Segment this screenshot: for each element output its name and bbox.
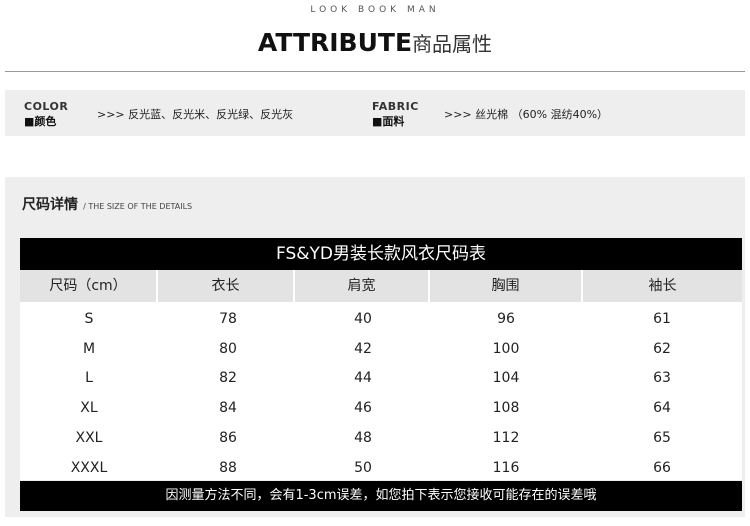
size-table-title: FS&YD男装长款风衣尺码表 xyxy=(20,238,742,270)
color-label-cn: ■颜色 xyxy=(24,115,57,128)
table-cell: 62 xyxy=(653,340,671,357)
table-cell: 86 xyxy=(219,429,237,446)
column-header-chest: 胸围 xyxy=(430,270,583,302)
fabric-label-en: FABRIC xyxy=(372,100,419,113)
header-divider xyxy=(5,71,745,72)
column-header-sleeve: 袖长 xyxy=(583,270,742,302)
color-label-en: COLOR xyxy=(24,100,69,113)
table-cell: 65 xyxy=(653,429,671,446)
table-cell: 64 xyxy=(653,400,671,417)
table-cell: 44 xyxy=(354,370,372,387)
page-title: ATTRIBUTE商品属性 xyxy=(0,28,750,57)
table-cell: 96 xyxy=(497,311,515,327)
table-cell: 66 xyxy=(653,459,671,476)
column-header-length: 衣长 xyxy=(158,270,295,302)
table-cell: 88 xyxy=(219,459,237,476)
column-header-shoulder: 肩宽 xyxy=(295,270,430,302)
table-cell: 104 xyxy=(492,370,520,387)
fabric-value: >>> 丝光棉 （60% 混纺40%） xyxy=(444,108,609,121)
table-cell: 61 xyxy=(653,311,671,327)
table-cell: 80 xyxy=(219,340,237,357)
table-cell: 46 xyxy=(354,400,372,417)
table-cell: 100 xyxy=(492,340,520,357)
table-cell: 40 xyxy=(354,311,372,327)
size-panel: 尺码详情 / THE SIZE OF THE DETAILS FS&YD男装长款… xyxy=(5,177,745,517)
size-heading-en: / THE SIZE OF THE DETAILS xyxy=(83,202,193,211)
table-cell: XXL xyxy=(75,429,103,446)
table-cell: 108 xyxy=(492,400,520,417)
table-cell: 42 xyxy=(354,340,372,357)
color-value: >>> 反光蓝、反光米、反光绿、反光灰 xyxy=(97,108,294,121)
fabric-label: FABRIC ■面料 xyxy=(372,100,419,129)
measurement-note: 因测量方法不同，会有1-3cm误差，如您拍下表示您接收可能存在的误差哦 xyxy=(20,481,742,511)
table-cell: 50 xyxy=(354,459,372,476)
table-cell: 63 xyxy=(653,370,671,387)
size-heading-cn: 尺码详情 xyxy=(22,197,78,213)
fabric-label-cn: ■面料 xyxy=(372,115,405,128)
table-cell: S xyxy=(84,311,94,327)
color-label: COLOR ■颜色 xyxy=(24,100,68,129)
table-cell: 48 xyxy=(354,429,372,446)
table-cell: XL xyxy=(80,400,98,417)
size-heading: 尺码详情 / THE SIZE OF THE DETAILS xyxy=(22,194,192,214)
column-header-size: 尺码（cm） xyxy=(20,270,158,302)
table-cell: 82 xyxy=(219,370,237,387)
title-english: ATTRIBUTE xyxy=(257,28,413,57)
table-cell: 112 xyxy=(492,429,520,446)
table-cell: XXXL xyxy=(70,459,108,476)
table-cell: 78 xyxy=(219,311,237,327)
tagline: LOOK BOOK MAN xyxy=(310,5,440,15)
attribute-bar: COLOR ■颜色 >>> 反光蓝、反光米、反光绿、反光灰 FABRIC ■面料… xyxy=(5,90,745,136)
table-cell: M xyxy=(82,340,96,357)
title-chinese: 商品属性 xyxy=(412,32,493,56)
table-cell: 84 xyxy=(219,400,237,417)
table-cell: L xyxy=(85,370,93,387)
page-header: LOOK BOOK MAN ATTRIBUTE商品属性 xyxy=(0,0,750,72)
size-table-body: S 78 40 96 61 M 80 42 100 62 L 82 44 104 63 XL 84 46 108 64… xyxy=(20,302,742,480)
table-cell: 116 xyxy=(492,459,520,476)
